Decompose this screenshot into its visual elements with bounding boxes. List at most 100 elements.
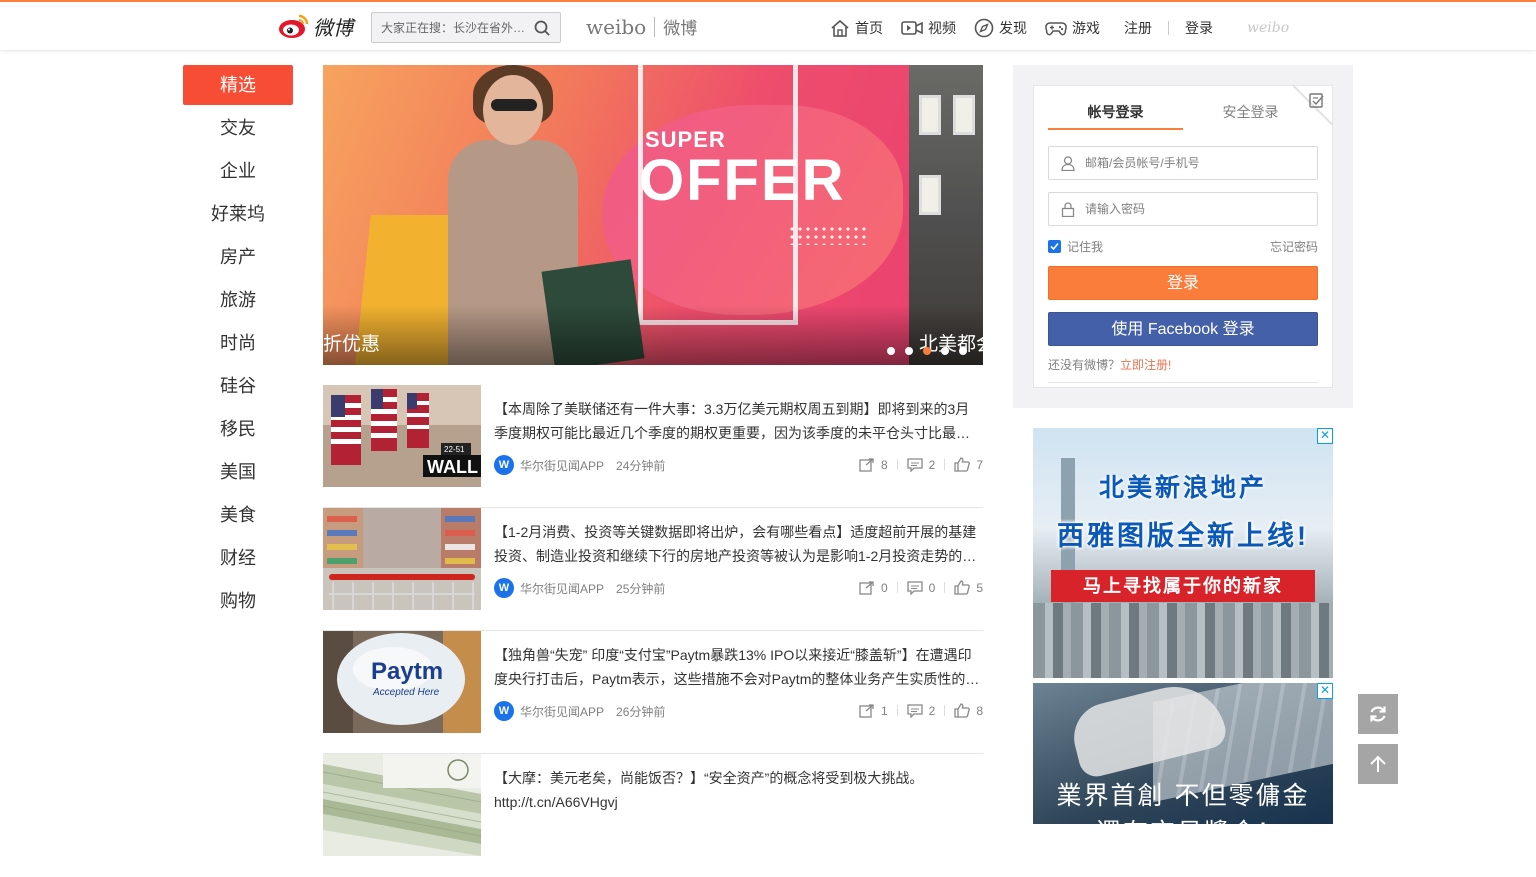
feed-card-source[interactable]: 华尔街见闻APP bbox=[520, 580, 604, 597]
comment-button[interactable]: 0 bbox=[906, 580, 936, 595]
dollar-bills-thumbnail[interactable] bbox=[323, 754, 481, 856]
banner-headline-big: OFFER bbox=[639, 148, 846, 213]
wallstreetcn-icon[interactable]: W bbox=[494, 701, 514, 721]
shopping-cart-thumbnail[interactable] bbox=[323, 508, 481, 610]
like-button[interactable]: 7 bbox=[954, 457, 983, 472]
ad-ribbon: 马上寻找属于你的新家 bbox=[1051, 570, 1315, 602]
feed-card-meta: W 华尔街见闻APP 24分钟前 bbox=[494, 455, 665, 475]
banner-carousel[interactable]: SUPER OFFER 折优惠 北美都会 bbox=[323, 65, 983, 365]
register-link[interactable]: 注册 bbox=[1124, 18, 1152, 38]
nav-video[interactable]: 视频 bbox=[901, 18, 956, 38]
login-link[interactable]: 登录 bbox=[1185, 18, 1213, 38]
nav-discover[interactable]: 发现 bbox=[974, 18, 1027, 38]
paytm-accepted-text: Accepted Here bbox=[372, 687, 440, 698]
search-box[interactable] bbox=[371, 12, 561, 43]
stat-divider bbox=[944, 705, 946, 716]
forgot-password-link[interactable]: 忘记密码 bbox=[1270, 238, 1318, 255]
repost-button[interactable]: 8 bbox=[859, 458, 888, 472]
like-count: 7 bbox=[976, 457, 983, 472]
wall-street-thumbnail[interactable]: WALL 22-51 bbox=[323, 385, 481, 487]
feed-card-meta: W 华尔街见闻APP 26分钟前 bbox=[494, 701, 665, 721]
feed-card[interactable]: 【大摩：美元老矣，尚能饭否？】“安全资产”的概念将受到极大挑战。http://t… bbox=[323, 754, 983, 877]
repost-button[interactable]: 0 bbox=[859, 581, 888, 595]
check-icon bbox=[1050, 242, 1059, 251]
login-tabs: 帐号登录 安全登录 bbox=[1048, 102, 1318, 130]
search-icon[interactable] bbox=[534, 20, 550, 36]
login-box: 帐号登录 安全登录 记住我 忘记密码 登录 使用 Facebook 登录 bbox=[1033, 85, 1333, 388]
comment-button[interactable]: 2 bbox=[906, 704, 935, 718]
weibo-mini-logo[interactable]: weibo bbox=[1247, 20, 1289, 36]
nav-home[interactable]: 首页 bbox=[830, 18, 883, 38]
wallstreetcn-icon[interactable]: W bbox=[494, 578, 514, 598]
nav-divider bbox=[1168, 21, 1169, 35]
sidebar-item-immigration[interactable]: 移民 bbox=[183, 409, 293, 449]
remember-label: 记住我 bbox=[1067, 240, 1104, 254]
sidebar-item-business[interactable]: 企业 bbox=[183, 151, 293, 191]
login-button[interactable]: 登录 bbox=[1048, 266, 1318, 300]
sidebar-item-fashion[interactable]: 时尚 bbox=[183, 323, 293, 363]
brokerage-ad[interactable]: 業界首創 不但零傭金 還有交易獎金! ✕ bbox=[1033, 683, 1333, 824]
feed-card-source[interactable]: 华尔街见闻APP bbox=[520, 703, 604, 720]
password-input[interactable] bbox=[1085, 193, 1315, 225]
feed-card-text[interactable]: 【1-2月消费、投资等关键数据即将出炉，会有哪些看点】适度超前开展的基建投资、制… bbox=[494, 520, 982, 568]
like-button[interactable]: 5 bbox=[954, 580, 983, 595]
carousel-dot[interactable] bbox=[941, 347, 949, 355]
comment-button[interactable]: 2 bbox=[906, 458, 935, 472]
weibo-logo[interactable]: 微博 bbox=[277, 10, 357, 42]
repost-count: 0 bbox=[880, 580, 888, 595]
carousel-dot[interactable] bbox=[905, 347, 913, 355]
search-input[interactable] bbox=[372, 13, 532, 42]
remember-me[interactable]: 记住我 bbox=[1048, 238, 1103, 255]
feed-card-text[interactable]: 【独角兽“失宠” 印度“支付宝”Paytm暴跌13% IPO以来接近“膝盖斩”】… bbox=[494, 643, 982, 691]
sidebar-item-finance[interactable]: 财经 bbox=[183, 538, 293, 578]
ad-headline: 北美新浪地产 bbox=[1098, 474, 1267, 502]
sidebar-item-travel[interactable]: 旅游 bbox=[183, 280, 293, 320]
no-account-text: 还没有微博？ bbox=[1048, 358, 1121, 372]
comment-count: 0 bbox=[928, 580, 936, 595]
password-field[interactable] bbox=[1048, 192, 1318, 226]
ad-close-icon[interactable]: ✕ bbox=[1317, 683, 1333, 699]
feed-card[interactable]: Paytm Accepted Here 【独角兽“失宠” 印度“支付宝”Payt… bbox=[323, 631, 983, 754]
banner-caption-left[interactable]: 折优惠 bbox=[323, 329, 380, 356]
sidebar-item-silicon-valley[interactable]: 硅谷 bbox=[183, 366, 293, 406]
feed-card[interactable]: WALL 22-51 【本周除了美联储还有一件大事：3.3万亿美元期权周五到期】… bbox=[323, 385, 983, 508]
feed-card-text[interactable]: 【大摩：美元老矣，尚能饭否？】“安全资产”的概念将受到极大挑战。http://t… bbox=[494, 766, 982, 814]
stat-divider bbox=[944, 459, 946, 470]
paytm-thumbnail[interactable]: Paytm Accepted Here bbox=[323, 631, 481, 733]
sidebar-item-shopping[interactable]: 购物 bbox=[183, 581, 293, 621]
remember-checkbox[interactable] bbox=[1048, 240, 1061, 253]
carousel-dot[interactable] bbox=[959, 347, 967, 355]
tab-account-login[interactable]: 帐号登录 bbox=[1048, 102, 1183, 130]
sidebar-item-hollywood[interactable]: 好莱坞 bbox=[183, 194, 293, 234]
wallstreetcn-icon[interactable]: W bbox=[494, 455, 514, 475]
sidebar-item-usa[interactable]: 美国 bbox=[183, 452, 293, 492]
sidebar-item-food[interactable]: 美食 bbox=[183, 495, 293, 535]
username-field[interactable] bbox=[1048, 146, 1318, 180]
back-to-top-button[interactable] bbox=[1358, 744, 1398, 784]
like-button[interactable]: 8 bbox=[954, 703, 983, 718]
sidebar-item-featured[interactable]: 精选 bbox=[183, 65, 293, 105]
signup-link[interactable]: 立即注册! bbox=[1120, 358, 1171, 372]
feed-card-text[interactable]: 【本周除了美联储还有一件大事：3.3万亿美元期权周五到期】即将到来的3月季度期权… bbox=[494, 397, 982, 445]
news-feed: WALL 22-51 【本周除了美联储还有一件大事：3.3万亿美元期权周五到期】… bbox=[323, 385, 983, 877]
stat-divider bbox=[896, 705, 898, 716]
main-nav: 首页 视频 发现 游戏 注册 登录 weibo bbox=[830, 16, 1289, 40]
feed-card-source[interactable]: 华尔街见闻APP bbox=[520, 457, 604, 474]
nav-games[interactable]: 游戏 bbox=[1045, 18, 1100, 38]
logo-text: 微博 bbox=[313, 15, 353, 40]
feed-card-time: 24分钟前 bbox=[616, 458, 666, 473]
realestate-ad[interactable]: 北美新浪地产 西雅图版全新上线! 马上寻找属于你的新家 ✕ bbox=[1033, 428, 1333, 678]
ad-close-icon[interactable]: ✕ bbox=[1317, 428, 1333, 444]
refresh-button[interactable] bbox=[1358, 694, 1398, 734]
tab-secure-login[interactable]: 安全登录 bbox=[1183, 102, 1318, 130]
sidebar-item-realestate[interactable]: 房产 bbox=[183, 237, 293, 277]
repost-icon bbox=[859, 580, 874, 595]
sidebar-item-dating[interactable]: 交友 bbox=[183, 108, 293, 148]
repost-count: 1 bbox=[880, 703, 888, 718]
carousel-dot[interactable] bbox=[887, 347, 895, 355]
facebook-login-button[interactable]: 使用 Facebook 登录 bbox=[1048, 312, 1318, 346]
carousel-dot-active[interactable] bbox=[923, 347, 931, 355]
repost-button[interactable]: 1 bbox=[859, 704, 888, 718]
username-input[interactable] bbox=[1085, 147, 1315, 179]
feed-card[interactable]: 【1-2月消费、投资等关键数据即将出炉，会有哪些看点】适度超前开展的基建投资、制… bbox=[323, 508, 983, 631]
